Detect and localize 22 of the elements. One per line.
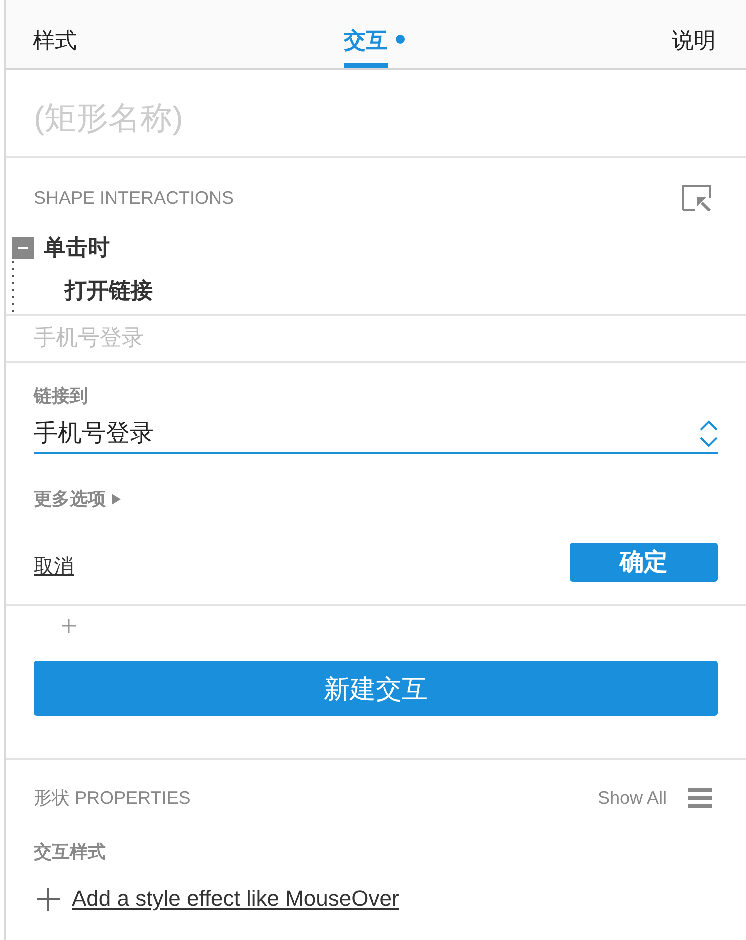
plus-icon[interactable] [37,888,60,910]
add-style-effect-link[interactable]: Add a style effect like MouseOver [72,885,400,913]
tab[interactable]: 说明 [672,28,716,68]
tree-guide-line [12,261,14,314]
cancel-link[interactable]: 取消 [34,555,74,582]
section-title: 形状 PROPERTIES [34,787,191,810]
tab[interactable]: 样式 [33,28,77,68]
section-title: SHAPE INTERACTIONS [34,187,234,210]
collapse-panel-icon[interactable] [682,185,711,211]
collapse-toggle-icon[interactable] [12,237,34,259]
action-label[interactable]: 打开链接 [65,261,153,314]
more-options-toggle[interactable]: 更多选项 [34,488,121,510]
plus-icon[interactable] [62,619,76,633]
field-label: 链接到 [34,385,88,407]
action-target: 手机号登录 [34,325,144,350]
show-all-button[interactable]: Show All [598,786,667,810]
subsection-title: 交互样式 [34,842,106,862]
caret-icon [112,494,121,504]
link-target-select[interactable]: 手机号登录 [34,419,718,454]
menu-icon[interactable] [688,788,712,808]
event-label[interactable]: 单击时 [44,236,110,260]
up-down-chevron-icon [700,420,718,448]
